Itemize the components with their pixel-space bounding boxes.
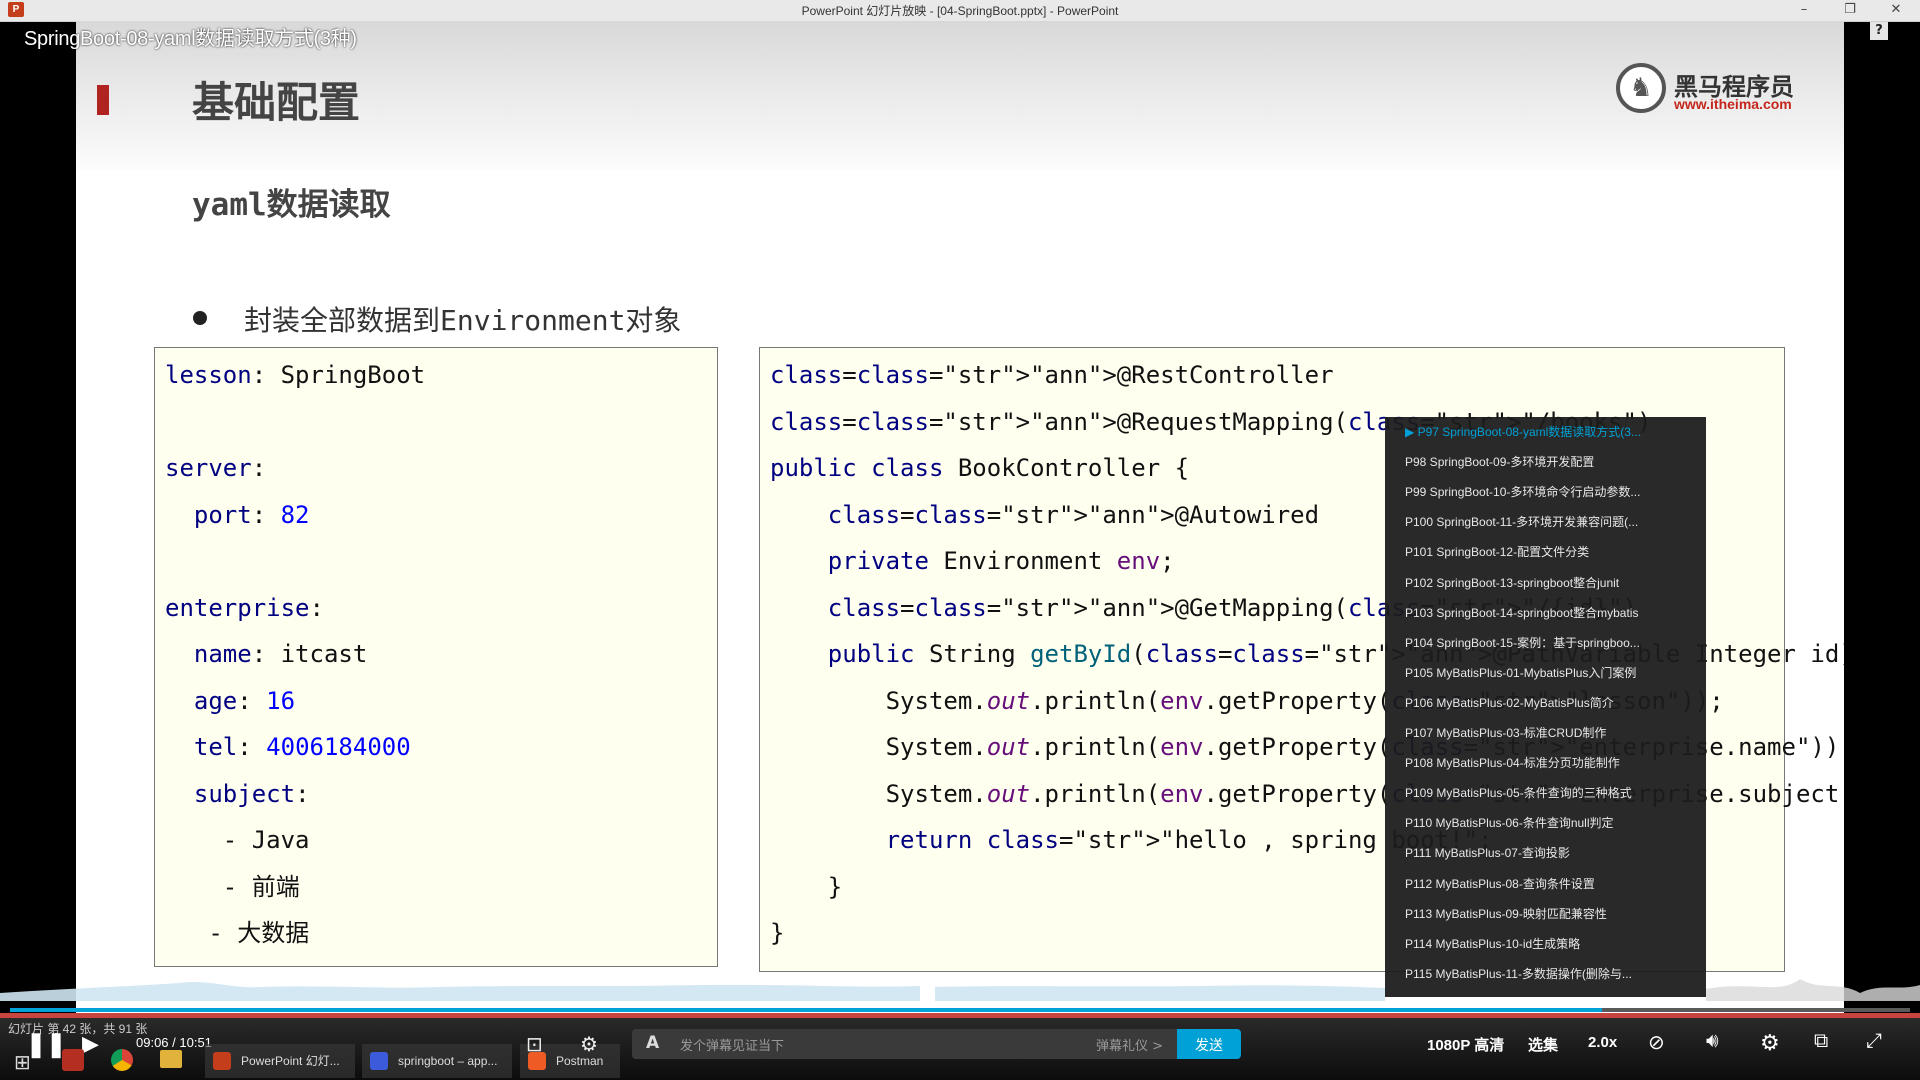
playlist-item[interactable]: P113 MyBatisPlus-09-映射匹配兼容性 xyxy=(1405,899,1695,929)
java-line: private Environment env; xyxy=(827,547,1175,575)
yaml-line: enterprise: xyxy=(165,593,324,622)
picture-in-picture-icon[interactable]: ⧉ xyxy=(1814,1030,1828,1053)
java-line: class=class="str">"ann">@Autowired xyxy=(827,500,1320,529)
video-title: SpringBoot-08-yaml数据读取方式(3种) xyxy=(24,28,357,50)
volume-icon[interactable]: 🔊︎ xyxy=(1706,1030,1719,1053)
powerpoint-task-icon xyxy=(213,1052,231,1070)
playlist-item[interactable]: ▶ P97 SpringBoot-08-yaml数据读取方式(3... xyxy=(1405,417,1695,447)
java-line: public class BookController { xyxy=(770,454,1190,482)
yaml-line: - 大数据 xyxy=(165,919,310,947)
pause-icon[interactable]: ❚❚ xyxy=(26,1030,66,1059)
section-title: yaml数据读取 xyxy=(192,187,391,223)
taskbar-intellij[interactable]: springboot – app... xyxy=(362,1044,512,1078)
yaml-line: name: itcast xyxy=(193,640,368,668)
danmaku-etiquette-link[interactable]: 弹幕礼仪 > xyxy=(1096,1035,1163,1054)
java-line: } xyxy=(770,872,843,901)
playback-time: 09:06 / 10:51 xyxy=(136,1035,212,1050)
bullet-text: 封装全部数据到Environment对象 xyxy=(244,304,682,337)
playlist-panel[interactable]: ▶ P97 SpringBoot-08-yaml数据读取方式(3... P98 S… xyxy=(1385,417,1706,997)
playlist-item[interactable]: P101 SpringBoot-12-配置文件分类 xyxy=(1405,537,1695,567)
taskbar-powerpoint[interactable]: PowerPoint 幻灯... xyxy=(205,1044,355,1078)
playlist-item[interactable]: P100 SpringBoot-11-多环境开发兼容问题(... xyxy=(1405,507,1695,537)
window-titlebar: P PowerPoint 幻灯片放映 - [04-SpringBoot.pptx… xyxy=(0,0,1920,22)
yaml-line: port: 82 xyxy=(193,500,310,529)
yaml-line: - Java xyxy=(165,826,310,854)
yaml-line: age: 16 xyxy=(193,686,296,715)
windows-start-icon[interactable]: ⊞ xyxy=(14,1050,31,1075)
minimize-button[interactable]: – xyxy=(1784,0,1824,21)
yaml-line: lesson: SpringBoot xyxy=(165,361,426,389)
bullet-dot xyxy=(193,311,207,325)
danmaku-placeholder: 发个弹幕见证当下 xyxy=(680,1039,785,1054)
maximize-button[interactable]: ❐ xyxy=(1830,0,1870,21)
playlist-item[interactable]: P114 MyBatisPlus-10-id生成策略 xyxy=(1405,929,1695,959)
yaml-code-box: lesson: SpringBoot server: port: 82 enterp… xyxy=(154,347,718,967)
playlist-item[interactable]: P112 MyBatisPlus-08-查询条件设置 xyxy=(1405,869,1695,899)
playlist-item[interactable]: P99 SpringBoot-10-多环境命令行启动参数... xyxy=(1405,477,1695,507)
danmaku-input[interactable]: A 发个弹幕见证当下 弹幕礼仪 > xyxy=(632,1029,1177,1059)
playlist-item[interactable]: P104 SpringBoot-15-案例：基于springboo... xyxy=(1405,628,1695,658)
yaml-line: - 前端 xyxy=(165,872,300,901)
playlist-item[interactable]: P102 SpringBoot-13-springboot整合junit xyxy=(1405,568,1695,598)
window-title: PowerPoint 幻灯片放映 - [04-SpringBoot.pptx] … xyxy=(801,4,1119,18)
progress-fill xyxy=(10,1008,1603,1012)
playlist-item[interactable]: P98 SpringBoot-09-多环境开发配置 xyxy=(1405,447,1695,477)
playlist-item[interactable]: P106 MyBatisPlus-02-MyBatisPlus简介 xyxy=(1405,688,1695,718)
folder-icon[interactable] xyxy=(160,1050,182,1068)
playlist-item[interactable]: P109 MyBatisPlus-05-条件查询的三种格式 xyxy=(1405,778,1695,808)
danmaku-wave-decoration xyxy=(0,979,1920,1001)
yaml-line: subject: xyxy=(193,779,310,808)
yaml-line: tel: 4006184000 xyxy=(193,733,411,761)
playlist-item[interactable]: P108 MyBatisPlus-04-标准分页功能制作 xyxy=(1405,748,1695,778)
slide-title: 基础配置 xyxy=(192,78,361,127)
quality-button[interactable]: 1080P 高清 xyxy=(1427,1034,1504,1055)
playlist-item[interactable]: P105 MyBatisPlus-01-MybatisPlus入门案例 xyxy=(1405,658,1695,688)
playlist-item[interactable]: P111 MyBatisPlus-07-查询投影 xyxy=(1405,838,1695,868)
episodes-button[interactable]: 选集 xyxy=(1528,1034,1558,1055)
send-button[interactable]: 发送 xyxy=(1177,1029,1241,1059)
horse-logo-icon: ♞ xyxy=(1616,63,1666,113)
java-line: } xyxy=(770,919,785,947)
itheima-logo: ♞ 黑马程序员 www.itheima.com xyxy=(1616,59,1806,119)
playlist-item[interactable]: P103 SpringBoot-14-springboot整合mybatis xyxy=(1405,598,1695,628)
help-icon[interactable]: ? xyxy=(1870,22,1888,40)
next-icon[interactable]: ▶ xyxy=(82,1031,99,1057)
taskbar-label: PowerPoint 幻灯... xyxy=(241,1054,340,1068)
danmaku-settings-icon[interactable]: ⚙ xyxy=(580,1032,598,1057)
playlist-item[interactable]: P110 MyBatisPlus-06-条件查询null判定 xyxy=(1405,808,1695,838)
java-line: class=class="str">"ann">@RestController xyxy=(770,361,1334,389)
title-marker xyxy=(97,85,109,115)
speed-button[interactable]: 2.0x xyxy=(1588,1034,1617,1051)
fullscreen-icon[interactable]: ⤢ xyxy=(1866,1030,1882,1053)
app-icon[interactable] xyxy=(62,1049,84,1071)
settings-gear-icon[interactable]: ⚙ xyxy=(1760,1030,1780,1056)
danmaku-toggle-icon[interactable]: ⊡ xyxy=(526,1032,543,1057)
subtitle-off-icon[interactable]: ⊘ xyxy=(1648,1030,1665,1055)
chrome-icon[interactable] xyxy=(111,1049,133,1071)
taskbar-label: springboot – app... xyxy=(398,1054,498,1068)
logo-url: www.itheima.com xyxy=(1674,96,1792,112)
yaml-line: server: xyxy=(165,454,267,482)
playlist-item[interactable]: P107 MyBatisPlus-03-标准CRUD制作 xyxy=(1405,718,1695,748)
close-button[interactable]: ✕ xyxy=(1876,0,1916,21)
danmaku-style-icon[interactable]: A xyxy=(646,1033,659,1053)
intellij-task-icon xyxy=(370,1052,388,1070)
